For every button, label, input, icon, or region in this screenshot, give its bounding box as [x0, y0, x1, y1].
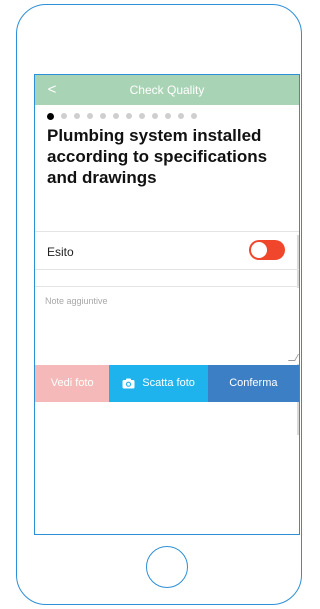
page-dot[interactable] [61, 113, 67, 119]
divider [35, 269, 299, 270]
divider [35, 231, 299, 232]
confirm-label: Conferma [229, 377, 278, 389]
question-title: Plumbing system installed according to s… [47, 126, 268, 187]
page-dot[interactable] [139, 113, 145, 119]
page-dot-active[interactable] [47, 112, 54, 120]
home-button[interactable] [146, 546, 188, 588]
toggle-knob [251, 242, 267, 258]
page-dot[interactable] [152, 113, 158, 119]
page-title: Check Quality [129, 83, 205, 97]
page-dot[interactable] [113, 113, 119, 119]
take-photo-label: Scatta foto [142, 377, 195, 389]
page-dot[interactable] [100, 113, 106, 119]
action-bar: Vedi foto Scatta foto Conferma [35, 365, 299, 402]
page-dot[interactable] [178, 113, 184, 119]
divider [35, 286, 299, 287]
view-photo-label: Vedi foto [50, 377, 94, 389]
page-dot[interactable] [126, 113, 132, 119]
view-photo-button[interactable]: Vedi foto [35, 365, 110, 402]
navigation-bar: < Check Quality [35, 75, 299, 105]
page-indicator [47, 112, 297, 120]
esito-label: Esito [47, 245, 74, 259]
page-dot[interactable] [191, 113, 197, 119]
camera-icon [122, 378, 135, 389]
app-screen: < Check Quality Plumbing system installe… [34, 74, 300, 535]
notes-field[interactable] [35, 288, 299, 364]
esito-toggle[interactable] [249, 240, 285, 260]
page-dot[interactable] [87, 113, 93, 119]
page-dot[interactable] [74, 113, 80, 119]
take-photo-button[interactable]: Scatta foto [109, 365, 208, 402]
confirm-button[interactable]: Conferma [207, 365, 299, 402]
page-dot[interactable] [165, 113, 171, 119]
